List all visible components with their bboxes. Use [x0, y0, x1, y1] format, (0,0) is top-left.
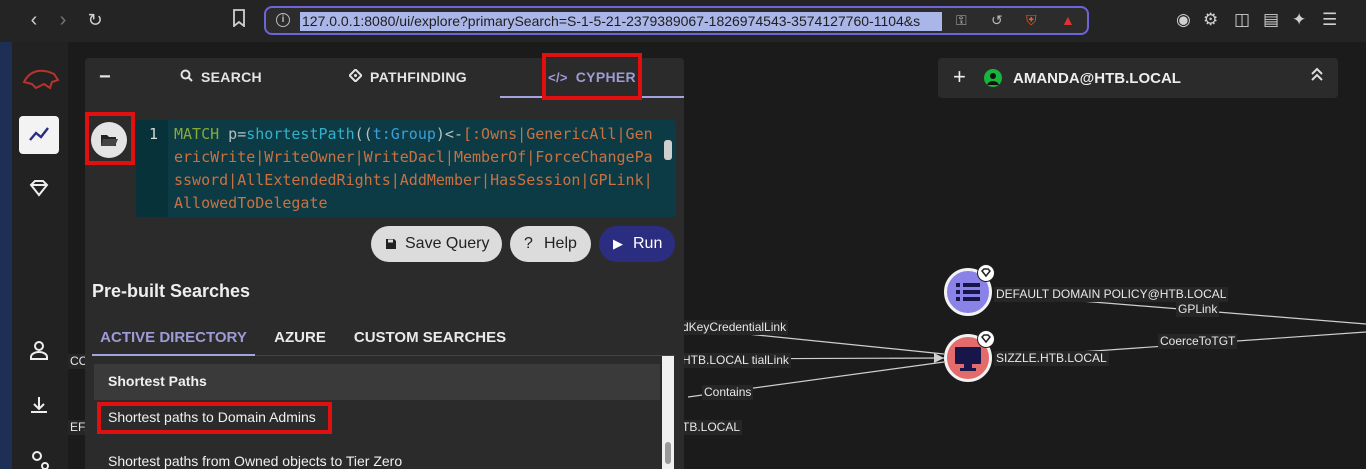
- editor-gutter: 1: [136, 120, 168, 217]
- edge-label: Contains: [702, 385, 754, 400]
- forward-icon[interactable]: ›: [52, 9, 74, 31]
- back-icon[interactable]: ‹: [23, 9, 45, 31]
- line-number: 1: [149, 125, 159, 143]
- list-category-header: Shortest Paths: [94, 364, 660, 400]
- entity-name: AMANDA@HTB.LOCAL: [1013, 70, 1181, 87]
- expand-plus-icon[interactable]: +: [953, 65, 966, 89]
- wallet-icon[interactable]: ▤: [1263, 10, 1279, 30]
- collapse-panel-button[interactable]: −: [85, 58, 125, 98]
- browser-toolbar: ‹ › ↻ i 127.0.0.1:8080/ui/explore?primar…: [0, 0, 1366, 42]
- save-query-button[interactable]: Save Query: [371, 226, 502, 262]
- site-info-icon[interactable]: i: [276, 13, 290, 27]
- profile-nav-button[interactable]: [19, 332, 59, 370]
- desktop-edge: [0, 42, 12, 469]
- download-icon: [31, 397, 47, 413]
- edge-label: GPLink: [1176, 302, 1220, 317]
- share-icon[interactable]: ↺: [991, 12, 1003, 29]
- brave-rewards-icon[interactable]: ▲: [1061, 12, 1075, 28]
- address-bar[interactable]: i 127.0.0.1:8080/ui/explore?primarySearc…: [264, 6, 1089, 35]
- extensions-icon[interactable]: ⚙: [1203, 10, 1218, 30]
- leo-ai-icon[interactable]: ✦: [1292, 10, 1306, 30]
- tab-pathfinding[interactable]: PATHFINDING: [328, 58, 488, 98]
- computer-node[interactable]: [944, 330, 995, 382]
- user-icon: [30, 341, 48, 360]
- question-icon: ?: [524, 235, 533, 252]
- highlight-cypher-tab: [542, 53, 642, 100]
- brave-shield-icon[interactable]: ⛨: [1026, 12, 1037, 29]
- query-text[interactable]: MATCH p=shortestPath((t:Group)<-[:Owns|G…: [174, 123, 658, 215]
- diamond-icon: [348, 59, 363, 97]
- app-sidebar: [12, 42, 68, 469]
- bookmark-icon[interactable]: [228, 9, 250, 31]
- tier-zero-gem-icon: [977, 264, 995, 282]
- entity-panel-header: + AMANDA@HTB.LOCAL: [938, 58, 1338, 98]
- cypher-query-editor[interactable]: 1 MATCH p=shortestPath((t:Group)<-[:Owns…: [136, 120, 676, 217]
- user-node-icon: [984, 69, 1002, 87]
- editor-scrollbar[interactable]: [664, 124, 672, 212]
- user-gear-icon: [32, 451, 49, 469]
- admin-nav-button[interactable]: [19, 442, 59, 469]
- chart-line-icon: [29, 127, 49, 141]
- url-text[interactable]: 127.0.0.1:8080/ui/explore?primarySearch=…: [300, 12, 942, 31]
- edge-label: CoerceToTGT: [1158, 334, 1238, 349]
- highlight-domain-admins-item: [97, 402, 332, 434]
- prebuilt-searches-title: Pre-built Searches: [92, 281, 251, 301]
- tab-active-directory[interactable]: ACTIVE DIRECTORY: [92, 322, 255, 356]
- explore-nav-button[interactable]: [19, 116, 59, 154]
- play-icon: ▶: [613, 236, 623, 251]
- highlight-folder-button: [85, 112, 135, 165]
- edge-label: dKeyCredentialLink: [680, 320, 789, 335]
- menu-icon[interactable]: ☰: [1322, 10, 1337, 30]
- save-icon: [385, 226, 397, 264]
- group-management-nav-button[interactable]: [19, 170, 59, 208]
- collapse-chevrons-icon[interactable]: [1310, 66, 1324, 87]
- run-button[interactable]: ▶ Run: [599, 226, 675, 262]
- key-icon[interactable]: ⚿: [956, 12, 967, 29]
- help-button[interactable]: ? Help: [510, 226, 591, 262]
- search-icon: [180, 59, 193, 97]
- tier-zero-gem-icon: [977, 330, 995, 348]
- list-scrollbar[interactable]: [662, 356, 674, 469]
- bloodhound-logo: [22, 64, 60, 90]
- computer-node-label: SIZZLE.HTB.LOCAL: [994, 351, 1109, 366]
- sidebar-icon[interactable]: ◫: [1234, 10, 1250, 30]
- download-nav-button[interactable]: [19, 387, 59, 425]
- gpo-node-label: DEFAULT DOMAIN POLICY@HTB.LOCAL: [994, 287, 1229, 302]
- edge-label: TB.LOCAL: [680, 420, 743, 435]
- tab-custom-searches[interactable]: CUSTOM SEARCHES: [352, 322, 508, 356]
- gem-icon: [29, 180, 49, 197]
- edge-label: HTB.LOCAL tialLink: [680, 353, 791, 368]
- tab-azure[interactable]: AZURE: [268, 322, 332, 356]
- cookie-extension-icon[interactable]: ◉: [1176, 10, 1191, 30]
- gpo-node[interactable]: [944, 264, 995, 316]
- tab-search[interactable]: SEARCH: [151, 58, 291, 98]
- list-item[interactable]: Shortest paths from Owned objects to Tie…: [108, 453, 402, 469]
- reload-icon[interactable]: ↻: [84, 9, 106, 31]
